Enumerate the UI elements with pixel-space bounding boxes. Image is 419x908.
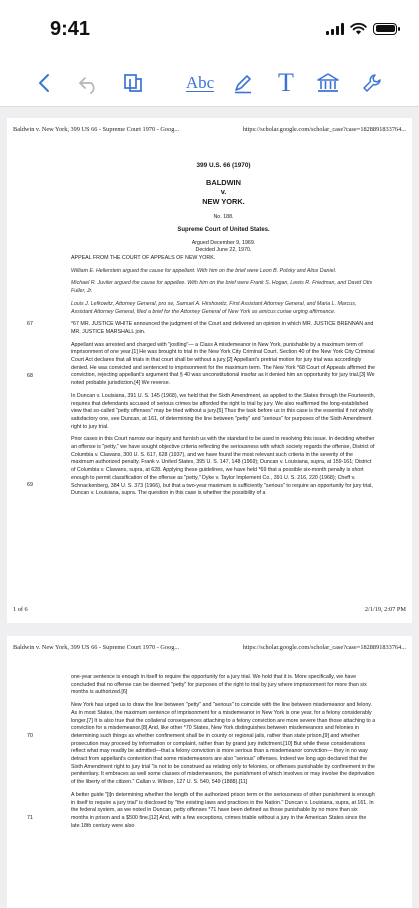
pages-icon <box>124 74 142 92</box>
page-header: Baldwin v. New York, 399 US 66 - Supreme… <box>13 126 406 133</box>
court-name: Supreme Court of United States. <box>177 226 270 233</box>
page-number-71: 71 <box>27 814 33 821</box>
library-icon <box>317 73 339 92</box>
library-button[interactable] <box>313 68 343 98</box>
opinion-text: *67 MR. JUSTICE WHITE announced the judg… <box>71 321 374 335</box>
paragraph-3-text: Prior cases in this Court narrow our inq… <box>71 436 375 497</box>
paragraph-1-text: Appellant was arrested and charged with … <box>71 341 375 387</box>
status-bar: 9:41 <box>0 0 419 60</box>
party-2: NEW YORK. <box>202 196 245 206</box>
counsel-2: Michael R. Juviler argued the cause for … <box>71 280 373 295</box>
docket-number: No. 188. <box>213 214 234 221</box>
page-body: one-year sentence is enough in itself to… <box>27 674 376 835</box>
page-number-67: 67 <box>27 321 33 328</box>
pencil-icon <box>235 75 251 94</box>
undo-icon <box>79 77 95 94</box>
pages-button[interactable] <box>118 68 148 98</box>
paragraph-3: 69 Prior cases in this Court narrow our i… <box>27 436 376 498</box>
paragraph-2: 70 New York has urged us to draw the line… <box>27 702 376 787</box>
header-url: https://scholar.google.com/scholar_case?… <box>242 644 406 651</box>
wrench-icon <box>363 74 381 92</box>
counsel-3: Louis J. Lefkowitz, Attorney General, pr… <box>71 300 357 315</box>
status-icons <box>326 22 400 35</box>
header-url: https://scholar.google.com/scholar_case?… <box>242 126 406 133</box>
page-footer: 1 of 6 2/1/19, 2:07 PM <box>13 606 406 613</box>
back-icon <box>39 74 49 92</box>
page-body: 399 U.S. 66 (1970) BALDWIN v. NEW YORK. … <box>27 162 376 503</box>
paragraph-3-text: A better guide "[i]n determining whether… <box>71 791 375 829</box>
header-title: Baldwin v. New York, 399 US 66 - Supreme… <box>13 126 180 133</box>
paragraph-1: 68 Appellant was arrested and charged wit… <box>27 341 376 388</box>
page-header: Baldwin v. New York, 399 US 66 - Supreme… <box>13 644 406 651</box>
page-count: 1 of 6 <box>13 606 28 613</box>
settings-button[interactable] <box>357 68 387 98</box>
argued-date: Argued December 9, 1969. <box>191 239 256 246</box>
paragraph-3: 71 A better guide "[i]n determining wheth… <box>27 791 376 831</box>
wifi-icon <box>350 22 367 35</box>
cellular-signal-icon <box>326 22 344 35</box>
toolbar: Abc T <box>0 60 419 107</box>
paragraph-1: one-year sentence is enough in itself to… <box>71 674 367 696</box>
battery-icon <box>373 22 400 35</box>
header-title: Baldwin v. New York, 399 US 66 - Supreme… <box>13 644 180 651</box>
opinion-intro: 67 *67 MR. JUSTICE WHITE announced the ju… <box>27 321 376 336</box>
print-timestamp: 2/1/19, 2:07 PM <box>364 606 406 613</box>
text-tool-icon: T <box>278 68 294 97</box>
document-page-2[interactable]: Baldwin v. New York, 399 US 66 - Supreme… <box>7 636 412 908</box>
counsel-1: William E. Hellerstein argued the cause … <box>71 267 337 274</box>
case-citation: 399 U.S. 66 (1970) <box>196 162 251 169</box>
back-button[interactable] <box>30 68 60 98</box>
status-time: 9:41 <box>50 18 91 40</box>
text-style-button[interactable]: Abc <box>185 68 215 98</box>
versus: v. <box>220 187 227 197</box>
decided-date: Decided June 22, 1970. <box>195 247 252 254</box>
appeal-line: APPEAL FROM THE COURT OF APPEALS OF NEW … <box>71 255 216 262</box>
paragraph-2-text: New York has urged us to draw the line b… <box>71 702 376 786</box>
page-number-70: 70 <box>27 733 33 740</box>
page-number-68: 68 <box>27 372 33 379</box>
page-number-69: 69 <box>27 482 33 489</box>
text-style-icon: Abc <box>185 73 215 92</box>
pencil-button[interactable] <box>228 68 258 98</box>
paragraph-2: In Duncan v. Louisiana, 391 U. S. 145 (1… <box>71 392 376 430</box>
undo-button[interactable] <box>74 68 104 98</box>
party-1: BALDWIN <box>206 177 241 187</box>
document-page-1[interactable]: Baldwin v. New York, 399 US 66 - Supreme… <box>7 118 412 623</box>
text-tool-button[interactable]: T <box>271 68 301 98</box>
